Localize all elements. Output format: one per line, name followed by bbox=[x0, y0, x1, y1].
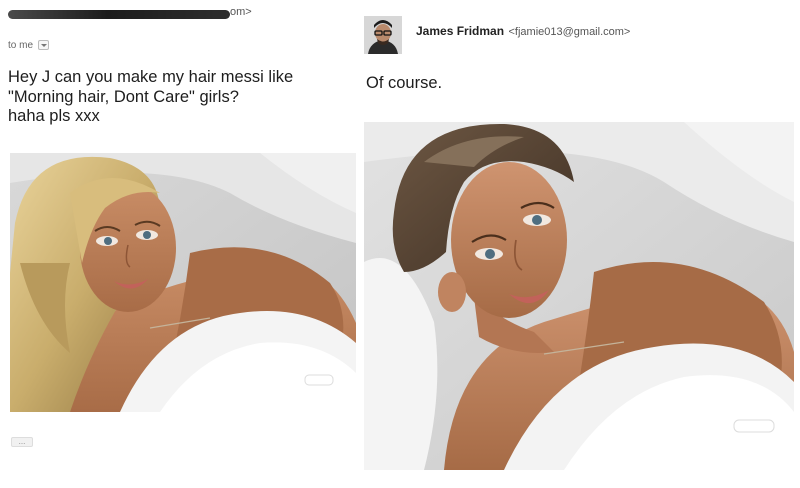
reply-message-body: Of course. bbox=[366, 74, 443, 92]
sender-line: om> bbox=[8, 6, 268, 22]
sender-address-suffix: om> bbox=[230, 6, 252, 18]
request-line-1: Hey J can you make my hair messi like bbox=[8, 68, 294, 86]
show-trimmed-content-button[interactable]: ... bbox=[11, 437, 33, 447]
chevron-down-icon[interactable] bbox=[38, 40, 50, 50]
user-avatar-icon bbox=[364, 16, 402, 54]
recipient-label: to me bbox=[8, 39, 34, 51]
request-message-body: Hey J can you make my hair messi like "M… bbox=[8, 68, 353, 127]
reply-sender-email: <fjamie013@gmail.com> bbox=[508, 26, 631, 38]
original-email-panel: om> to me Hey J can you make my hair mes… bbox=[0, 0, 362, 488]
selfie-illustration bbox=[10, 153, 356, 412]
recipient-line: to me bbox=[8, 38, 50, 52]
request-line-3: haha pls xxx bbox=[8, 107, 100, 125]
reply-sender-name[interactable]: James Fridman bbox=[416, 24, 504, 38]
request-line-2: "Morning hair, Dont Care" girls? bbox=[8, 87, 239, 106]
attached-selfie-photo bbox=[10, 153, 356, 412]
edited-selfie-photo bbox=[364, 122, 794, 470]
redacted-sender-bar bbox=[8, 10, 230, 19]
edited-selfie-illustration bbox=[364, 122, 794, 470]
reply-sender-header: James Fridman <fjamie013@gmail.com> bbox=[416, 22, 630, 40]
